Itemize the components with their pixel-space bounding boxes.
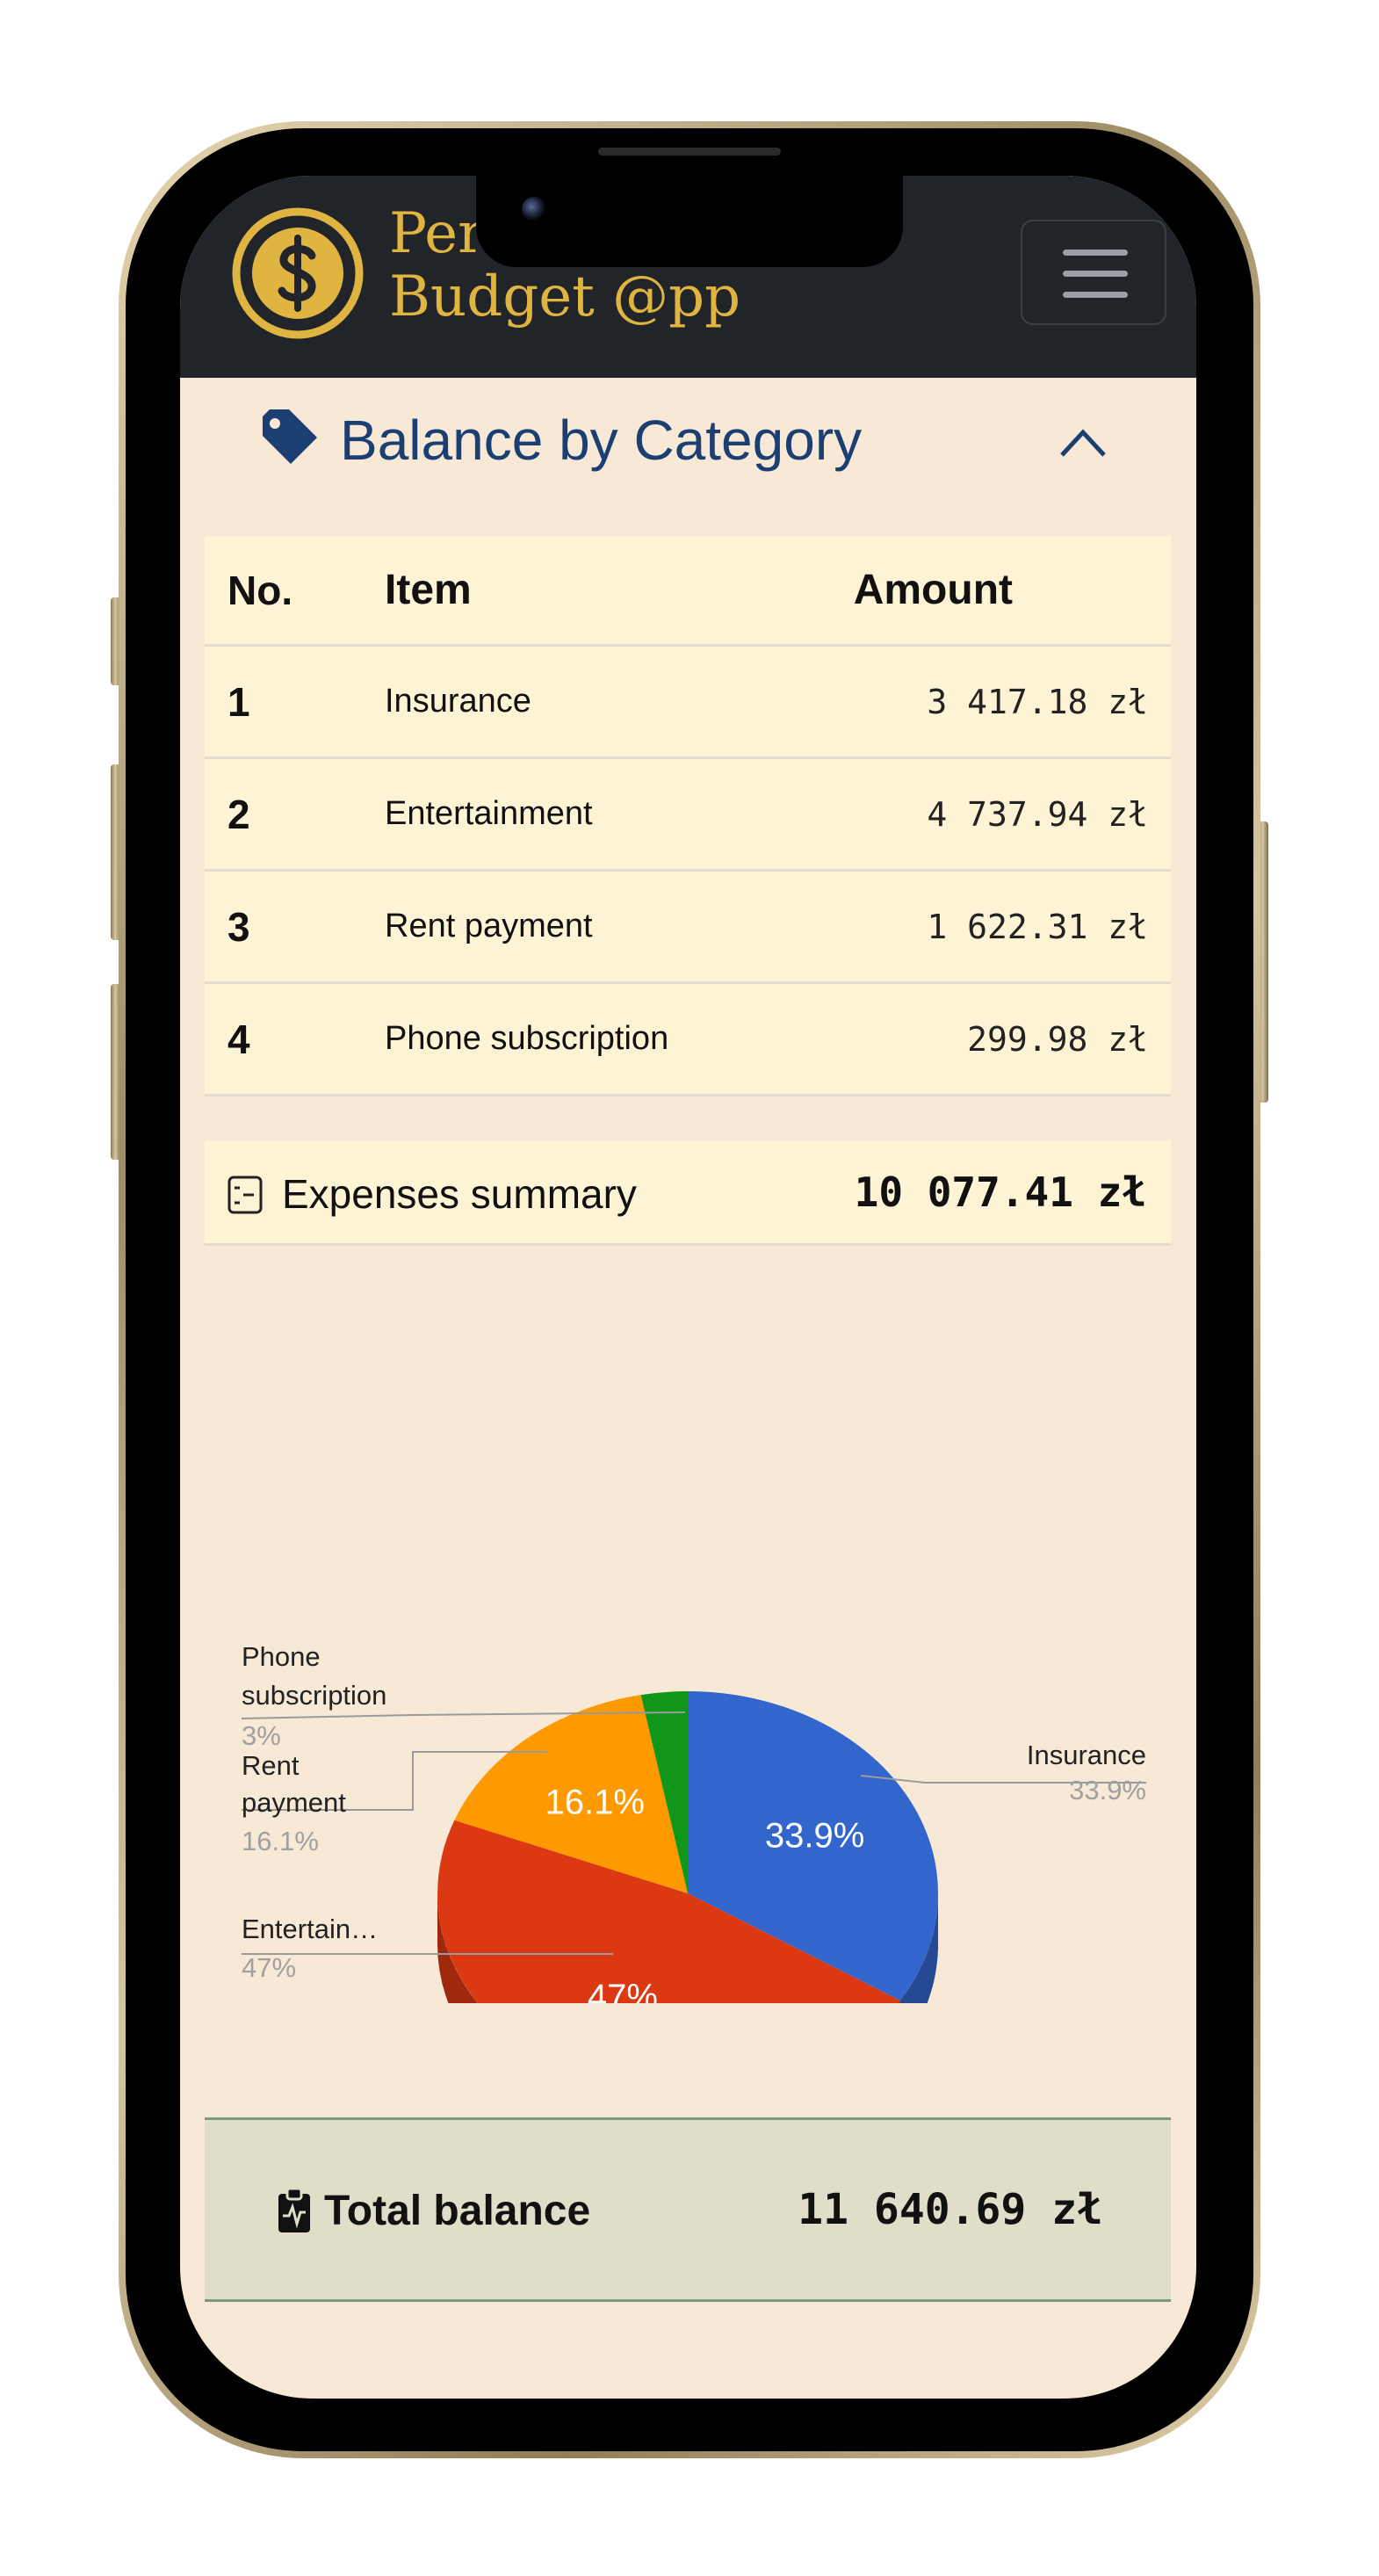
category-pie-chart: 33.9% 47% 16.1% Insurance 33.9% Phone subs…: [241, 1641, 1146, 2003]
legend-label-phone-line1: Phone: [242, 1641, 321, 1672]
legend-value-rent: 16.1%: [242, 1826, 319, 1856]
legend-value-entertainment: 47%: [242, 1952, 296, 1983]
front-camera: [522, 197, 546, 221]
row-no: 3: [227, 903, 250, 950]
pie-data-label-insurance: 33.9%: [765, 1816, 864, 1855]
table-row: 4 Phone subscription 299.98 zł: [205, 984, 1171, 1096]
hamburger-icon: [1063, 250, 1128, 256]
list-icon: [227, 1176, 263, 1214]
row-amount: 3 417.18 zł: [927, 682, 1148, 721]
legend-label-rent-line2: payment: [242, 1787, 346, 1818]
hamburger-icon-bar: [1063, 271, 1128, 277]
table-row: 1 Insurance 3 417.18 zł: [205, 647, 1171, 759]
expenses-summary-row: Expenses summary 10 077.41 zł: [205, 1140, 1171, 1246]
legend-label-phone-line2: subscription: [242, 1680, 386, 1711]
row-no: 4: [227, 1016, 250, 1062]
row-no: 1: [227, 678, 250, 725]
section-header[interactable]: Balance by Category: [259, 406, 1137, 476]
phone-screen: Pers Budget @pp Balance by Category No. …: [180, 176, 1196, 2399]
legend-value-phone: 3%: [242, 1720, 281, 1751]
header-no: No.: [227, 567, 293, 613]
pie-data-label-rent-payment: 16.1%: [545, 1784, 644, 1822]
legend-value-insurance: 33.9%: [1069, 1775, 1146, 1805]
total-balance-label: Total balance: [324, 2188, 591, 2234]
row-item: Entertainment: [385, 795, 593, 832]
total-balance-row: Total balance 11 640.69 zł: [205, 2117, 1171, 2302]
row-no: 2: [227, 791, 250, 837]
legend-label-entertainment: Entertain…: [242, 1914, 378, 1944]
menu-toggle-button[interactable]: [1021, 220, 1166, 325]
clipboard-icon: [278, 2189, 310, 2232]
category-table: No. Item Amount 1 Insurance 3 417.18 zł …: [205, 536, 1171, 1096]
table-row: 2 Entertainment 4 737.94 zł: [205, 759, 1171, 872]
row-item: Insurance: [385, 683, 531, 720]
table-row: 3 Rent payment 1 622.31 zł: [205, 872, 1171, 984]
hamburger-icon-bar: [1063, 292, 1128, 298]
row-item: Rent payment: [385, 908, 593, 944]
expenses-summary-label: Expenses summary: [282, 1171, 637, 1217]
tag-icon: [263, 409, 317, 464]
header-amount: Amount: [853, 567, 1013, 613]
total-balance-value: 11 640.69 zł: [798, 2185, 1102, 2234]
row-amount: 1 622.31 zł: [927, 907, 1148, 946]
brand-line-2: Budget @pp: [389, 264, 741, 329]
legend-label-insurance: Insurance: [1027, 1740, 1146, 1770]
table-header-row: No. Item Amount: [205, 536, 1171, 647]
legend-label-rent-line1: Rent: [242, 1750, 300, 1781]
speaker-grille: [598, 148, 781, 156]
pie-data-label-entertainment: 47%: [588, 1978, 658, 2003]
row-item: Phone subscription: [385, 1020, 669, 1057]
phone-notch: [476, 176, 903, 267]
chevron-up-icon[interactable]: [1058, 422, 1108, 460]
expenses-summary-value: 10 077.41 zł: [854, 1169, 1146, 1216]
row-amount: 299.98 zł: [967, 1019, 1148, 1059]
row-amount: 4 737.94 zł: [927, 794, 1148, 834]
section-title: Balance by Category: [340, 409, 863, 472]
dollar-coin-icon: [232, 207, 364, 339]
header-item: Item: [385, 567, 472, 613]
